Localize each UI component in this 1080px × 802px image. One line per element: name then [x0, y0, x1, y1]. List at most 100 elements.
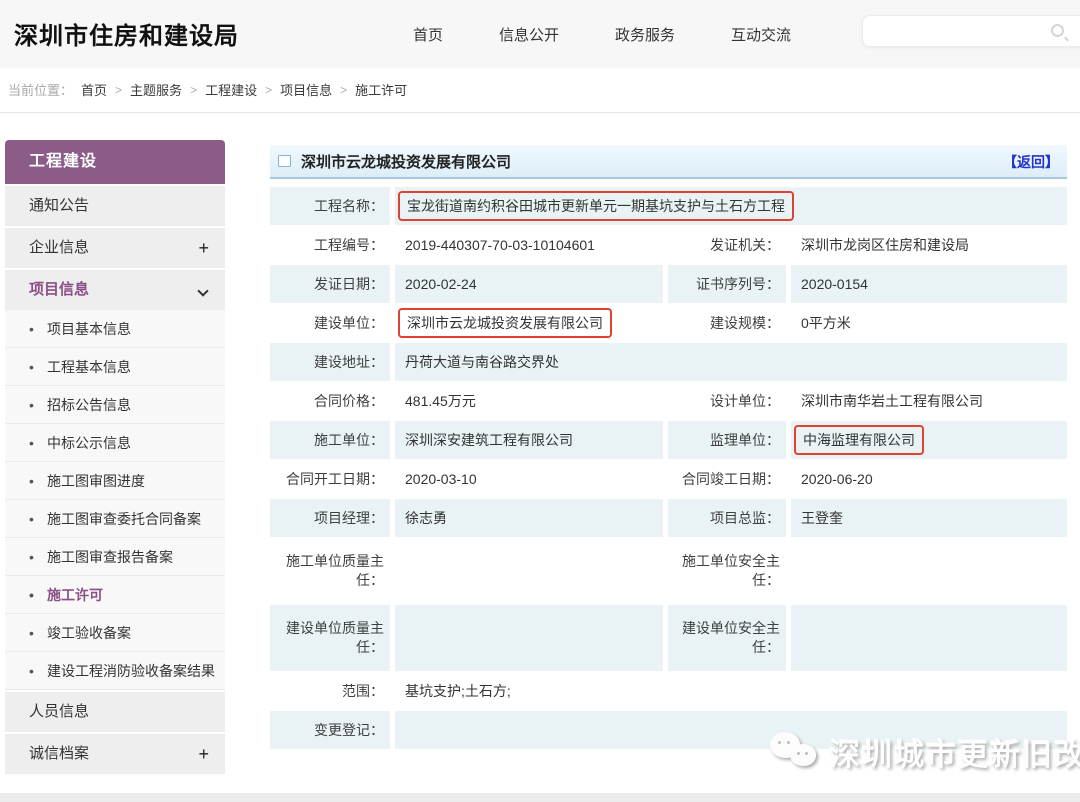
- field-label: 发证日期：: [270, 265, 390, 303]
- field-value: 深圳深安建筑工程有限公司: [395, 421, 663, 459]
- bullet-icon: •: [29, 538, 34, 576]
- sub-item-label: 竣工验收备案: [47, 625, 131, 641]
- breadcrumb-construction-permit[interactable]: 施工许可: [355, 80, 407, 99]
- bullet-icon: •: [29, 348, 34, 386]
- nav-item-gov-services[interactable]: 政务服务: [615, 24, 675, 45]
- document-icon: [278, 155, 291, 167]
- field-value: 481.45万元: [395, 382, 663, 420]
- field-value: 基坑支护;土石方;: [395, 672, 1067, 710]
- plus-icon[interactable]: +: [198, 734, 209, 774]
- table-row-contract-dates: 合同开工日期： 2020-03-10 合同竣工日期： 2020-06-20: [270, 460, 1067, 498]
- field-value: [791, 538, 1067, 604]
- field-value: 深圳市龙岗区住房和建设局: [791, 226, 1067, 264]
- bullet-icon: •: [29, 614, 34, 652]
- field-label: 建设地址：: [270, 343, 390, 381]
- sidebar-item-personnel-info[interactable]: 人员信息: [5, 692, 225, 732]
- search-icon[interactable]: [1051, 24, 1064, 37]
- table-row-contractor-directors: 施工单位质量主任： 施工单位安全主任：: [270, 538, 1067, 604]
- breadcrumb-prefix: 当前位置：: [8, 80, 73, 99]
- nav-item-interaction[interactable]: 互动交流: [731, 24, 791, 45]
- field-value: 2020-06-20: [791, 460, 1067, 498]
- sidebar-item-drawing-review-progress[interactable]: •施工图审图进度: [5, 462, 225, 500]
- sidebar-item-project-basic-info[interactable]: •项目基本信息: [5, 310, 225, 348]
- field-value: 徐志勇: [395, 499, 663, 537]
- company-title: 深圳市云龙城投资发展有限公司: [301, 151, 511, 172]
- field-label: 建设单位安全主任：: [668, 605, 786, 671]
- field-value: [791, 605, 1067, 671]
- sub-item-label: 建设工程消防验收备案结果: [47, 663, 215, 679]
- field-label: 变更登记：: [270, 711, 390, 749]
- field-label: 建设单位：: [270, 304, 390, 342]
- sidebar-item-label: 通知公告: [29, 197, 89, 214]
- bullet-icon: •: [29, 310, 34, 348]
- breadcrumb-separator: >: [340, 83, 347, 97]
- field-value: 宝龙街道南约积谷田城市更新单元一期基坑支护与土石方工程: [395, 187, 1067, 225]
- bullet-icon: •: [29, 500, 34, 538]
- breadcrumb-engineering[interactable]: 工程建设: [205, 80, 257, 99]
- field-value: 2019-440307-70-03-10104601: [395, 226, 663, 264]
- table-row-owner-directors: 建设单位质量主任： 建设单位安全主任：: [270, 605, 1067, 671]
- field-label: 建设单位质量主任：: [270, 605, 390, 671]
- field-value: [395, 538, 663, 604]
- breadcrumb-theme-services[interactable]: 主题服务: [130, 80, 182, 99]
- field-label: 合同竣工日期：: [668, 460, 786, 498]
- sidebar-item-construction-permit[interactable]: •施工许可: [5, 576, 225, 614]
- nav-item-home[interactable]: 首页: [413, 24, 443, 45]
- table-row-contractor: 施工单位： 深圳深安建筑工程有限公司 监理单位： 中海监理有限公司: [270, 421, 1067, 459]
- field-label: 施工单位质量主任：: [270, 538, 390, 604]
- field-value: 深圳市南华岩土工程有限公司: [791, 382, 1067, 420]
- field-label: 施工单位安全主任：: [668, 538, 786, 604]
- field-value: 丹荷大道与南谷路交界处: [395, 343, 1067, 381]
- sidebar-item-label: 人员信息: [29, 703, 89, 720]
- sidebar-item-label: 诚信档案: [29, 745, 89, 762]
- bullet-icon: •: [29, 386, 34, 424]
- field-label: 项目经理：: [270, 499, 390, 537]
- field-value: 中海监理有限公司: [791, 421, 1067, 459]
- chevron-down-icon[interactable]: [197, 285, 208, 296]
- sub-item-label: 中标公示信息: [47, 435, 131, 451]
- sidebar-item-drawing-review-contract[interactable]: •施工图审查委托合同备案: [5, 500, 225, 538]
- bullet-icon: •: [29, 652, 34, 690]
- field-label: 设计单位：: [668, 382, 786, 420]
- divider: [0, 112, 1080, 113]
- field-label: 项目总监：: [668, 499, 786, 537]
- plus-icon[interactable]: +: [198, 228, 209, 268]
- field-value: 2020-0154: [791, 265, 1067, 303]
- back-button[interactable]: 【返回】: [1003, 152, 1059, 172]
- field-label: 工程名称：: [270, 187, 390, 225]
- field-value: [395, 711, 1067, 749]
- field-label: 发证机关：: [668, 226, 786, 264]
- site-logo: 深圳市住房和建设局: [14, 16, 239, 51]
- sidebar-item-engineering-basic-info[interactable]: • 工程基本信息: [5, 348, 225, 386]
- highlight-box: 宝龙街道南约积谷田城市更新单元一期基坑支护与土石方工程: [398, 191, 794, 221]
- sub-item-label: 工程基本信息: [47, 359, 131, 375]
- sidebar-item-fire-acceptance-result[interactable]: • 建设工程消防验收备案结果: [5, 652, 225, 690]
- sidebar-item-project-info[interactable]: 项目信息: [5, 270, 225, 310]
- top-header: 深圳市住房和建设局 首页 信息公开 政务服务 互动交流: [0, 0, 1080, 68]
- nav-item-info-disclosure[interactable]: 信息公开: [499, 24, 559, 45]
- sidebar-item-bid-winning[interactable]: •中标公示信息: [5, 424, 225, 462]
- sidebar-item-completion-acceptance[interactable]: • 竣工验收备案: [5, 614, 225, 652]
- sidebar-item-credit-archive[interactable]: 诚信档案 +: [5, 734, 225, 774]
- sidebar-item-enterprise-info[interactable]: 企业信息 +: [5, 228, 225, 268]
- table-row-issue-date: 发证日期： 2020-02-24 证书序列号： 2020-0154: [270, 265, 1067, 303]
- field-value: 2020-02-24: [395, 265, 663, 303]
- search-box[interactable]: [862, 15, 1080, 47]
- sidebar-item-notices[interactable]: 通知公告: [5, 186, 225, 226]
- sidebar-header-engineering: 工程建设: [5, 140, 225, 184]
- sidebar-item-bid-announcement[interactable]: •招标公告信息: [5, 386, 225, 424]
- sidebar-item-drawing-review-report[interactable]: •施工图审查报告备案: [5, 538, 225, 576]
- sidebar-submenu: •项目基本信息 •工程基本信息 •招标公告信息 •中标公示信息 •施工图审图进度…: [5, 310, 225, 690]
- field-label: 施工单位：: [270, 421, 390, 459]
- field-value: [395, 605, 663, 671]
- breadcrumb-home[interactable]: 首页: [81, 80, 107, 99]
- search-input[interactable]: [873, 16, 1053, 46]
- breadcrumb: 当前位置： 首页 > 主题服务 > 工程建设 > 项目信息 > 施工许可: [8, 80, 407, 99]
- field-label: 建设规模：: [668, 304, 786, 342]
- field-value: 深圳市云龙城投资发展有限公司: [395, 304, 663, 342]
- breadcrumb-separator: >: [115, 83, 122, 97]
- table-row-project-name: 工程名称： 宝龙街道南约积谷田城市更新单元一期基坑支护与土石方工程: [270, 187, 1067, 225]
- field-value: 2020-03-10: [395, 460, 663, 498]
- field-value: 王登奎: [791, 499, 1067, 537]
- breadcrumb-project-info[interactable]: 项目信息: [280, 80, 332, 99]
